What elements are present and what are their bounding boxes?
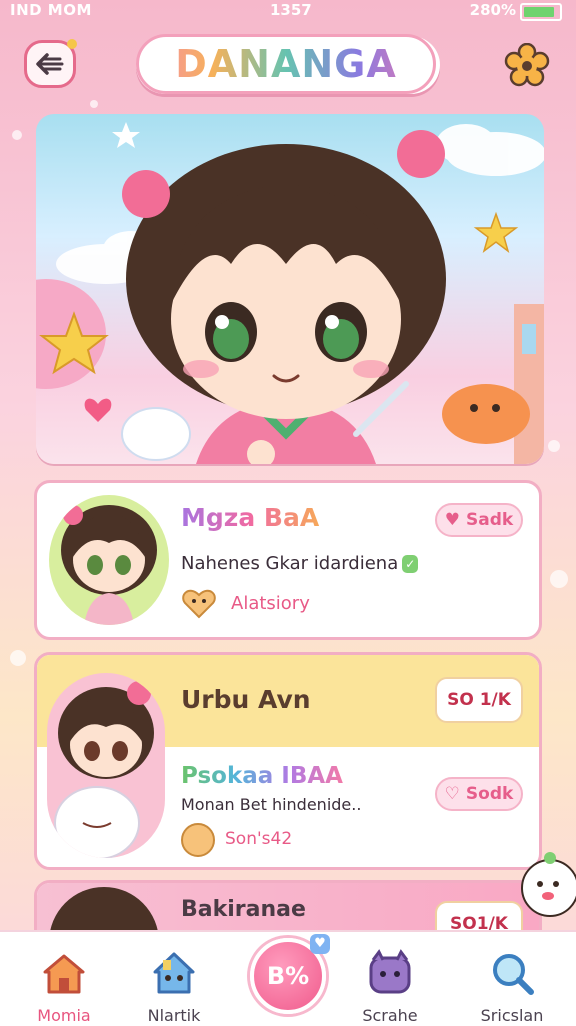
card-subtitle: Nahenes Gkar idardiena ✓ — [181, 553, 419, 574]
carrier-label: IND MOM — [10, 1, 92, 19]
app-logo: DANANGA — [136, 34, 436, 94]
card-subtitle-text: Nahenes Gkar idardiena — [181, 553, 399, 574]
nav-label: Momia — [37, 1006, 91, 1025]
center-action-button[interactable]: B% ♥ — [250, 934, 330, 1014]
center-action-label: B% — [266, 962, 310, 990]
verified-icon: ✓ — [402, 555, 419, 573]
bokeh-dot — [12, 130, 22, 140]
card-subtitle-title: Psokaa IBAA — [181, 763, 343, 789]
card-subtitle: Monan Bet hindenide.. — [181, 795, 362, 814]
avatar — [47, 673, 165, 858]
card-action-button[interactable]: ♥ Sadk — [435, 503, 523, 537]
status-bar: IND MOM 1357 280% — [0, 0, 576, 22]
nav-item-home[interactable]: Momia — [14, 940, 114, 1025]
nav-label: Sricslan — [480, 1006, 544, 1025]
heart-character-icon — [181, 587, 217, 619]
heart-badge-icon: ♥ — [310, 934, 330, 954]
back-arrow-icon — [36, 53, 64, 75]
bokeh-dot — [550, 570, 568, 588]
card-action-button[interactable]: ♡ Sodk — [435, 777, 523, 811]
nav-label: Nlartik — [147, 1006, 201, 1025]
bokeh-dot — [10, 650, 26, 666]
nav-label: Scrahe — [362, 1006, 418, 1025]
card-action-label: Sodk — [465, 784, 514, 804]
nav-item-scrape[interactable]: Scrahe — [340, 940, 440, 1025]
house-icon — [153, 952, 195, 994]
flower-gear-icon — [504, 43, 550, 87]
hero-character-illustration — [36, 122, 544, 464]
nav-item-market[interactable]: Nlartik — [124, 940, 224, 1025]
settings-button[interactable] — [502, 42, 552, 90]
cookie-icon — [181, 823, 215, 857]
profile-card-1[interactable]: Mgza BaA ♥ Sadk Nahenes Gkar idardiena ✓ … — [34, 480, 542, 640]
card-title: Urbu Avn — [181, 685, 311, 714]
card-meta: Alatsiory — [231, 593, 310, 614]
avatar-character-icon — [61, 505, 157, 625]
clock: 1357 — [270, 1, 312, 19]
battery-percent: 280% — [469, 1, 516, 19]
battery-icon — [520, 3, 562, 21]
nav-item-search[interactable]: Sricslan — [462, 940, 562, 1025]
heart-icon: ♡ — [444, 784, 460, 804]
avatar — [49, 495, 169, 625]
profile-card-2[interactable]: Urbu Avn SO 1/K Psokaa IBAA Monan Bet hi… — [34, 652, 542, 870]
back-button[interactable] — [24, 39, 77, 88]
app-header: DANANGA — [0, 34, 576, 98]
score-badge[interactable]: SO 1/K — [435, 677, 523, 723]
heart-icon: ♥ — [444, 510, 461, 530]
card-title: Bakiranae — [181, 897, 306, 922]
card-title: Mgza BaA — [181, 503, 320, 532]
monster-icon — [369, 949, 411, 994]
card-meta: Son's42 — [225, 829, 293, 849]
search-icon — [493, 954, 534, 995]
blob-mascot — [520, 850, 576, 920]
bokeh-dot — [90, 100, 98, 108]
home-icon — [43, 954, 85, 994]
card-action-label: Sadk — [466, 510, 514, 530]
avatar-character-icon — [54, 681, 154, 858]
bokeh-dot — [548, 440, 560, 452]
hero-banner — [36, 114, 544, 464]
